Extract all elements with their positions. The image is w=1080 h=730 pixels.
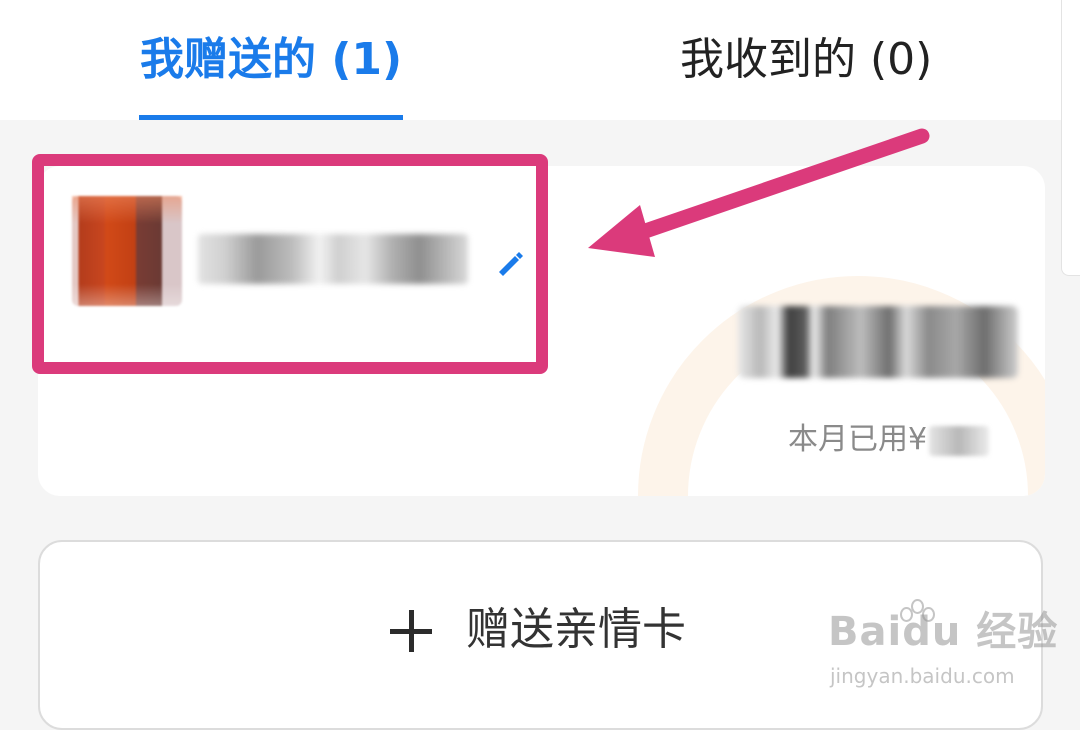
monthly-used-amount-redacted <box>929 425 990 456</box>
tab-bar: 我赠送的 (1) 我收到的 (0) <box>0 0 1080 120</box>
annotation-highlight-box <box>32 154 548 374</box>
watermark-brand: Baidu 经验 <box>828 609 1059 655</box>
monthly-used-label: 本月已用¥ <box>788 422 928 457</box>
monthly-used: 本月已用¥ <box>788 420 990 460</box>
paw-icon <box>894 599 942 639</box>
plus-icon <box>390 610 432 652</box>
active-tab-indicator <box>139 115 403 120</box>
tab-received[interactable]: 我收到的 (0) <box>680 30 932 90</box>
tab-sent[interactable]: 我赠送的 (1) <box>140 30 402 90</box>
watermark-url: jingyan.baidu.com <box>830 664 1015 688</box>
side-panel-edge <box>1061 0 1080 276</box>
gift-family-card-label: 赠送亲情卡 <box>466 604 686 655</box>
baidu-watermark: Baidu 经验 jingyan.baidu.com <box>828 599 1057 695</box>
card-limit-redacted <box>738 306 1018 378</box>
